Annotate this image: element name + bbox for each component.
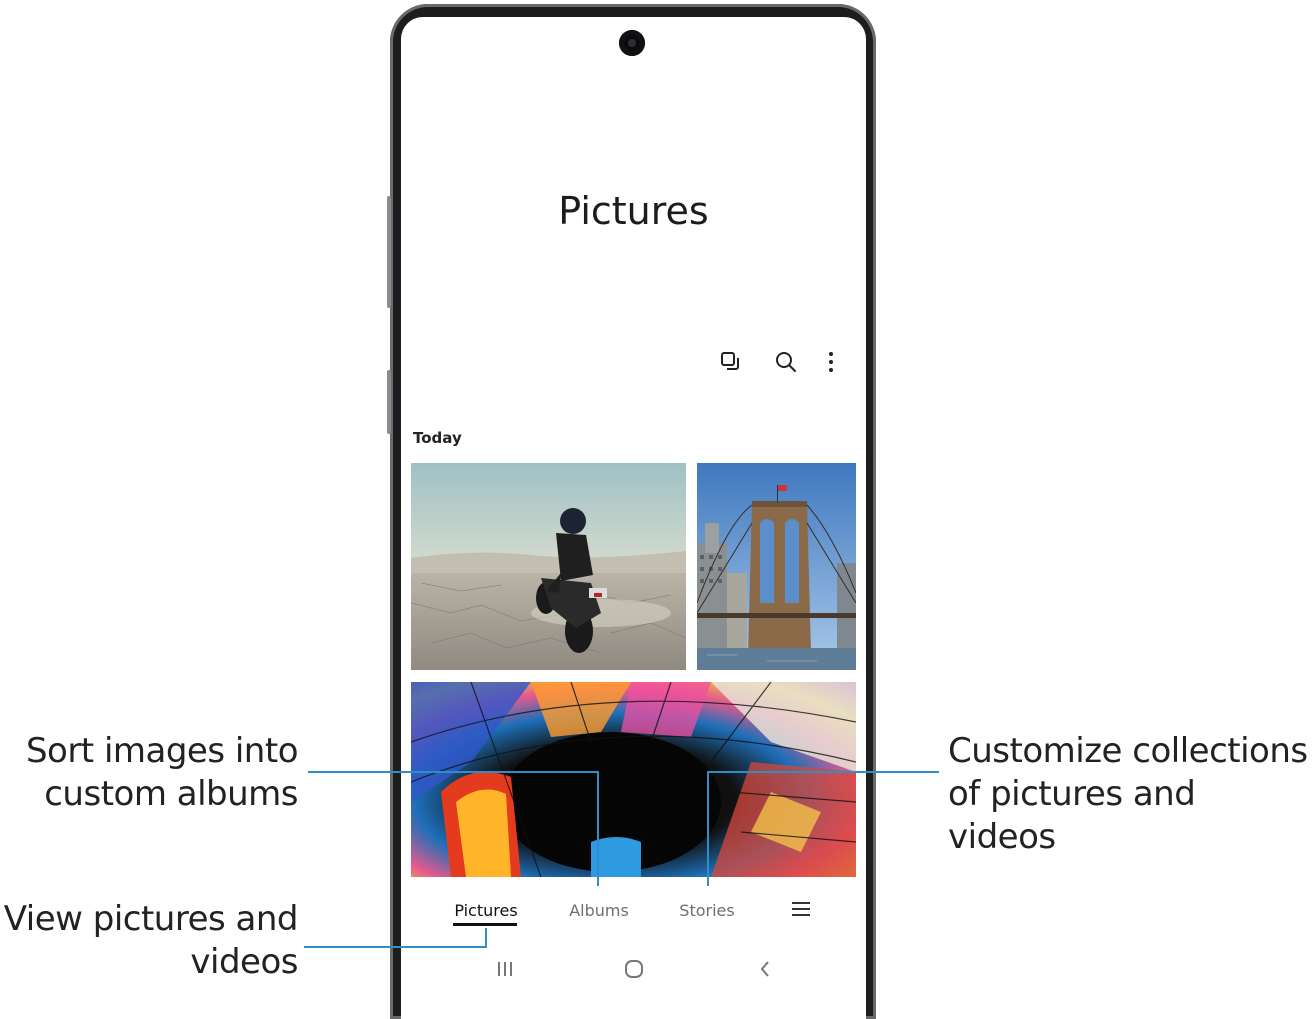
- callout-albums: Sort images into custom albums: [0, 730, 299, 816]
- back-icon[interactable]: [753, 957, 777, 985]
- photo-bridge[interactable]: [697, 463, 856, 670]
- callout-pictures: View pictures and videos: [0, 898, 299, 984]
- callout-pictures-line-2: videos: [190, 942, 298, 982]
- leader-albums-horizontal: [308, 771, 599, 773]
- search-icon[interactable]: [771, 347, 801, 377]
- tab-pictures-underline: [453, 923, 517, 926]
- recents-icon[interactable]: [493, 957, 517, 985]
- front-camera: [619, 30, 645, 56]
- menu-icon[interactable]: [786, 899, 816, 923]
- leader-stories-vertical: [707, 771, 709, 886]
- leader-stories-horizontal: [707, 771, 939, 773]
- photo-stained-glass[interactable]: [411, 682, 856, 877]
- tab-albums[interactable]: Albums: [564, 901, 634, 920]
- power-button: [387, 370, 391, 434]
- callout-albums-line-2: custom albums: [44, 774, 298, 814]
- section-today-label: Today: [413, 429, 462, 447]
- leader-pictures-vertical: [485, 928, 487, 948]
- page-title: Pictures: [558, 189, 709, 233]
- phone-screen: Pictures Today Pictures Albums Stories: [401, 17, 866, 1019]
- select-icon[interactable]: [716, 347, 746, 377]
- callout-stories-line-1: Customize collections: [948, 731, 1308, 771]
- callout-albums-line-1: Sort images into: [25, 731, 299, 771]
- leader-albums-vertical: [597, 771, 599, 886]
- photo-motorcycle[interactable]: [411, 463, 686, 670]
- tab-stories[interactable]: Stories: [672, 901, 742, 920]
- home-icon[interactable]: [622, 957, 646, 985]
- more-options-icon[interactable]: [816, 347, 846, 377]
- callout-pictures-line-1: View pictures and: [3, 899, 299, 939]
- callout-stories: Customize collections of pictures and vi…: [948, 730, 1313, 859]
- volume-button: [387, 196, 391, 308]
- tab-pictures[interactable]: Pictures: [451, 901, 521, 920]
- callout-stories-line-2: of pictures and videos: [948, 774, 1196, 857]
- leader-pictures-horizontal: [304, 946, 486, 948]
